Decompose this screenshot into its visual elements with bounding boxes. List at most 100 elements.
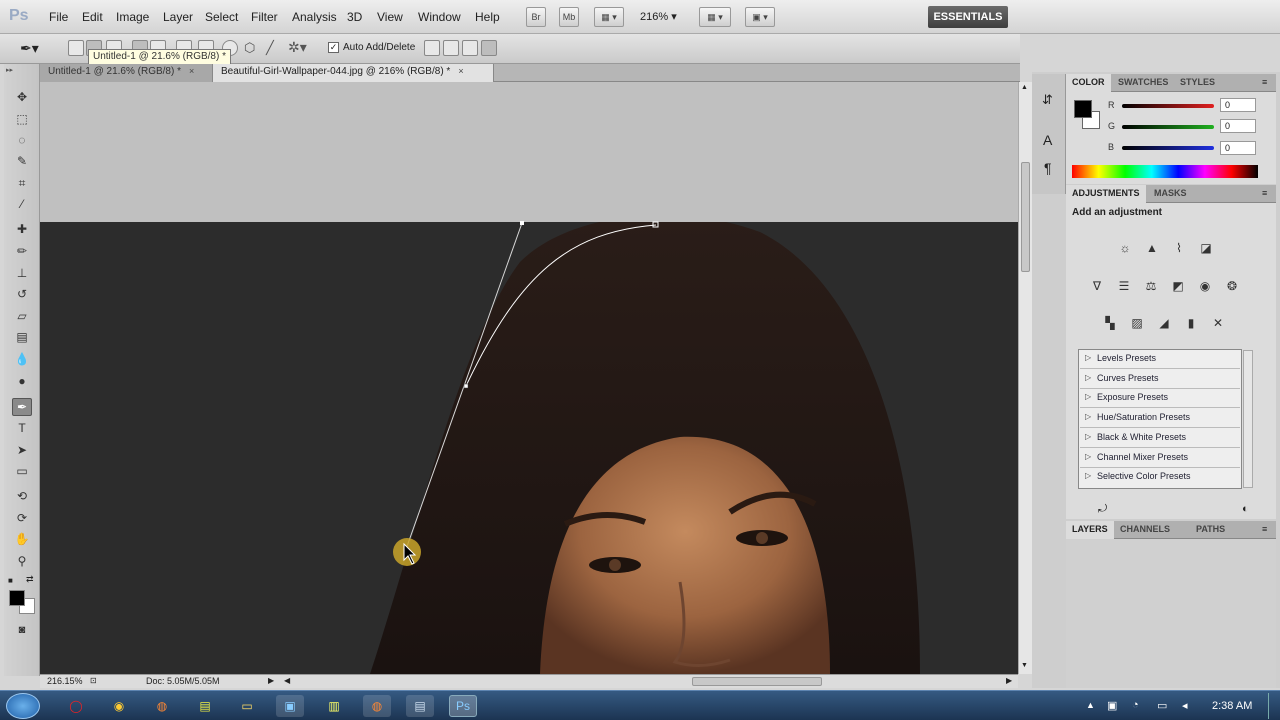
foreground-color-chip[interactable]: [1074, 100, 1092, 118]
scroll-right-arrow-icon[interactable]: ▶: [1006, 676, 1012, 685]
selective-color-icon[interactable]: ✕: [1208, 314, 1228, 332]
firefox-window-icon[interactable]: ◍: [363, 695, 391, 717]
view-extras-button[interactable]: ▦ ▾: [594, 7, 624, 27]
tab-beautiful-girl-wallpaper[interactable]: Beautiful-Girl-Wallpaper-044.jpg @ 216% …: [212, 64, 494, 82]
scroll-down-arrow-icon[interactable]: ▼: [1021, 662, 1028, 669]
3d-rotate-tool-icon[interactable]: ⟲: [12, 487, 32, 505]
horizontal-scroll-thumb[interactable]: [692, 677, 822, 686]
gradient-map-icon[interactable]: ▮: [1181, 314, 1201, 332]
rectangle-tool-icon[interactable]: ▭: [12, 462, 32, 480]
sticky-notes-icon[interactable]: ▥: [320, 695, 348, 717]
tab-masks[interactable]: MASKS: [1148, 185, 1193, 203]
tab-color[interactable]: COLOR: [1066, 74, 1111, 92]
explorer-icon[interactable]: ▭: [233, 695, 261, 717]
bridge-button[interactable]: Br: [526, 7, 546, 27]
line-icon[interactable]: ╱: [266, 40, 274, 56]
blur-tool-icon[interactable]: 💧: [12, 350, 32, 368]
posterize-icon[interactable]: ▨: [1127, 314, 1147, 332]
panel-menu-icon[interactable]: ≡: [1262, 77, 1267, 87]
swap-colors-icon[interactable]: ⇄: [26, 574, 34, 585]
color-spectrum-ramp[interactable]: [1072, 165, 1258, 178]
list-item-hue-saturation-presets[interactable]: ▷ Hue/Saturation Presets: [1080, 409, 1240, 428]
scroll-left-arrow-icon[interactable]: ◀: [284, 676, 290, 685]
close-icon[interactable]: ×: [189, 66, 194, 76]
zoom-level-dropdown[interactable]: 216% ▾: [640, 10, 677, 23]
start-button[interactable]: [6, 693, 40, 719]
combine-intersect-icon[interactable]: [462, 40, 478, 56]
notepad-window-icon[interactable]: ▤: [406, 695, 434, 717]
scroll-up-arrow-icon[interactable]: ▲: [1021, 84, 1028, 91]
black-white-icon[interactable]: ◩: [1168, 277, 1188, 295]
close-icon[interactable]: ×: [458, 66, 463, 76]
tab-paths[interactable]: PATHS: [1190, 521, 1231, 539]
vertical-scrollbar[interactable]: ▲ ▼: [1018, 82, 1032, 674]
hand-tool-icon[interactable]: ✋: [12, 530, 32, 548]
menu-layer[interactable]: Layer: [163, 10, 193, 24]
combine-subtract-icon[interactable]: [443, 40, 459, 56]
channel-mixer-icon[interactable]: ❂: [1222, 277, 1242, 295]
menu-filter[interactable]: Filter: [251, 10, 278, 24]
screen-mode-button[interactable]: ▣ ▾: [745, 7, 775, 27]
pen-tool-icon[interactable]: ✒: [12, 398, 32, 416]
eraser-tool-icon[interactable]: ▱: [12, 307, 32, 325]
menu-3d[interactable]: 3D: [347, 10, 362, 24]
color-balance-icon[interactable]: ⚖: [1141, 277, 1161, 295]
tab-adjustments[interactable]: ADJUSTMENTS: [1066, 185, 1146, 203]
chrome-icon[interactable]: ◉: [105, 695, 133, 717]
blue-value-field[interactable]: 0: [1220, 141, 1256, 155]
threshold-icon[interactable]: ◢: [1154, 314, 1174, 332]
green-slider[interactable]: [1122, 125, 1214, 129]
quick-selection-tool-icon[interactable]: ✎: [12, 152, 32, 170]
brush-tool-icon[interactable]: ✏: [12, 242, 32, 260]
clone-stamp-tool-icon[interactable]: ⊥: [12, 264, 32, 282]
red-value-field[interactable]: 0: [1220, 98, 1256, 112]
photoshop-taskbar-icon[interactable]: ▣: [276, 695, 304, 717]
network-tray-icon[interactable]: ◔: [1132, 699, 1139, 711]
document-canvas[interactable]: [40, 82, 1018, 674]
custom-shape-icon[interactable]: ✲▾: [288, 39, 307, 56]
blue-slider[interactable]: [1122, 146, 1214, 150]
list-item-exposure-presets[interactable]: ▷ Exposure Presets: [1080, 389, 1240, 408]
presets-scrollbar[interactable]: [1243, 350, 1253, 488]
quick-mask-icon[interactable]: ◙: [12, 621, 32, 639]
workspace-essentials-button[interactable]: ESSENTIALS: [928, 6, 1008, 28]
panel-menu-icon[interactable]: ≡: [1262, 188, 1267, 198]
return-to-list-icon[interactable]: ⤾: [1098, 503, 1107, 516]
tray-icon[interactable]: ▣: [1107, 699, 1117, 712]
polygon-icon[interactable]: ⬡: [244, 40, 255, 56]
levels-icon[interactable]: ▲: [1142, 239, 1162, 257]
list-item-curves-presets[interactable]: ▷ Curves Presets: [1080, 370, 1240, 389]
gradient-tool-icon[interactable]: ▤: [12, 328, 32, 346]
curves-icon[interactable]: ⌇: [1169, 239, 1189, 257]
menu-file[interactable]: File: [49, 10, 68, 24]
invert-icon[interactable]: ▚: [1100, 314, 1120, 332]
exposure-icon[interactable]: ◪: [1196, 239, 1216, 257]
list-item-levels-presets[interactable]: ▷ Levels Presets: [1080, 350, 1240, 369]
vertical-scroll-thumb[interactable]: [1021, 162, 1030, 272]
green-value-field[interactable]: 0: [1220, 119, 1256, 133]
menu-view[interactable]: View: [377, 10, 403, 24]
healing-brush-tool-icon[interactable]: ✚: [12, 220, 32, 238]
history-brush-tool-icon[interactable]: ↺: [12, 285, 32, 303]
menu-window[interactable]: Window: [418, 10, 461, 24]
firefox-icon[interactable]: ◍: [148, 695, 176, 717]
zoom-tool-icon[interactable]: ⚲: [12, 552, 32, 570]
history-panel-icon[interactable]: ⇵: [1042, 92, 1053, 108]
combine-add-icon[interactable]: [424, 40, 440, 56]
marquee-tool-icon[interactable]: ⬚: [12, 110, 32, 128]
hue-saturation-icon[interactable]: ☰: [1114, 277, 1134, 295]
tab-styles[interactable]: STYLES: [1174, 74, 1221, 92]
zoom-percentage-field[interactable]: 216.15%: [45, 676, 85, 688]
pen-tool-preset-icon[interactable]: ✒▾: [20, 40, 39, 57]
collapse-toolbar-icon[interactable]: ▸▸: [6, 66, 13, 74]
clock-time[interactable]: 2:38 AM: [1212, 700, 1252, 712]
tray-expand-icon[interactable]: ▲: [1086, 700, 1095, 710]
menu-analysis[interactable]: Analysis: [292, 10, 337, 24]
path-selection-tool-icon[interactable]: ➤: [12, 441, 32, 459]
foreground-color-swatch[interactable]: [9, 590, 25, 606]
status-menu-arrow-icon[interactable]: ▶: [268, 676, 274, 685]
default-colors-icon[interactable]: ■: [8, 576, 13, 585]
zoom-options-icon[interactable]: ⊡: [90, 676, 97, 685]
type-tool-icon[interactable]: T: [12, 419, 32, 437]
show-desktop-button[interactable]: [1268, 693, 1278, 719]
